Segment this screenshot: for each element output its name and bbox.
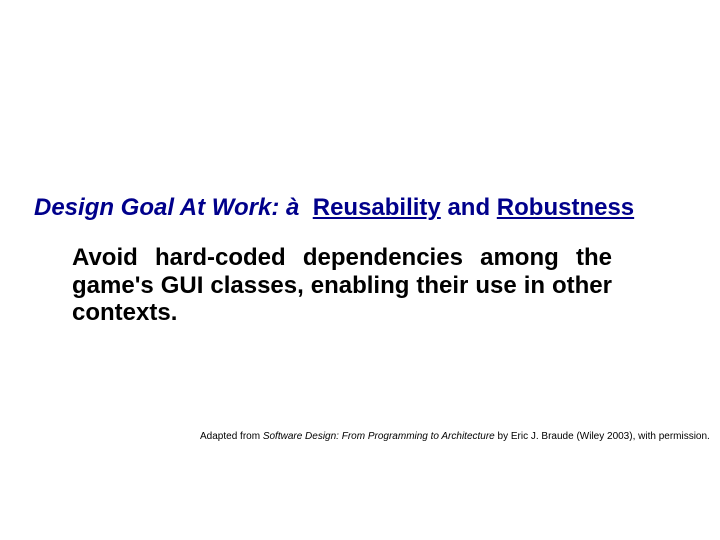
body-text: Avoid hard-coded dependencies among the … [72,244,612,327]
keyword-robustness: Robustness [497,194,634,221]
credit-lead: Adapted from [200,431,263,442]
arrow-icon: à [286,194,299,221]
credit-line: Adapted from Software Design: From Progr… [200,431,702,442]
headline: Design Goal At Work: à Reusability and R… [34,194,720,222]
credit-book-title: Software Design: From Programming to Arc… [263,431,495,442]
keyword-reusability: Reusability [313,194,441,221]
headline-prefix: Design Goal At Work: [34,194,279,221]
credit-tail: by Eric J. Braude (Wiley 2003), with per… [495,431,710,442]
slide: Design Goal At Work: à Reusability and R… [0,0,720,540]
headline-join: and [447,194,490,221]
